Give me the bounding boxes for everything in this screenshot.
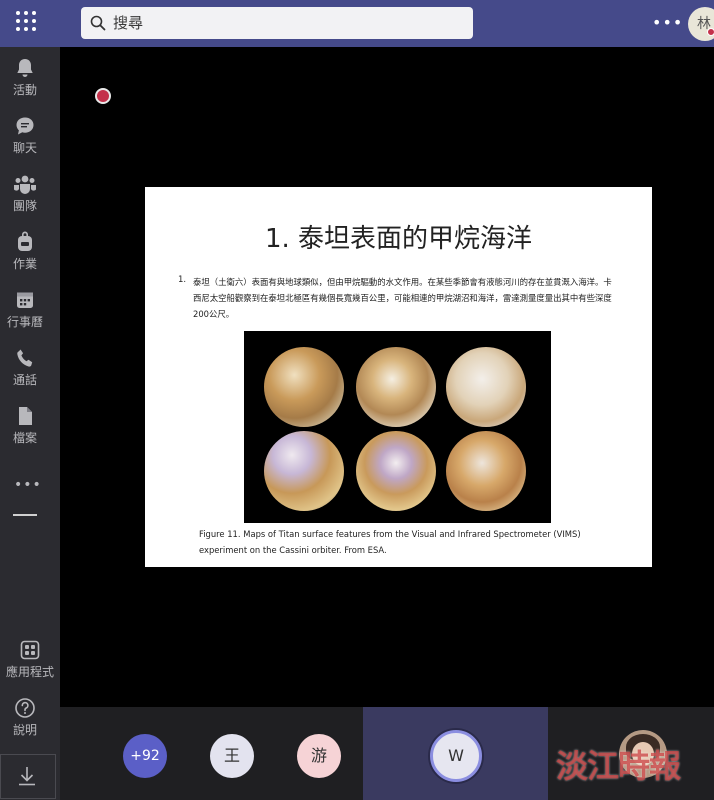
sidebar-item-chat[interactable]: 聊天: [0, 115, 50, 165]
sidebar-item-label: 作業: [12, 257, 37, 271]
sidebar-item-label: 通話: [12, 373, 37, 387]
help-icon: [15, 698, 35, 718]
slide-body-text: 泰坦（土衛六）表面有與地球類似，但由甲烷驅動的水文作用。在某些季節會有液態河川的…: [193, 277, 612, 319]
search-input[interactable]: [113, 7, 463, 39]
phone-icon: [17, 349, 33, 367]
sidebar-item-calendar[interactable]: 行事曆: [0, 289, 50, 339]
sidebar-item-label: 檔案: [12, 431, 37, 445]
chat-icon: [16, 117, 34, 135]
sidebar-item-label: 說明: [12, 723, 37, 737]
sidebar-item-files[interactable]: 檔案: [0, 405, 50, 455]
caption-line: Figure 11. Maps of Titan surface feature…: [199, 529, 581, 539]
participant-avatar[interactable]: 游: [297, 734, 341, 778]
search-icon: [90, 15, 106, 31]
sidebar-item-label: 活動: [12, 83, 37, 97]
sidebar-item-teams[interactable]: 團隊: [0, 173, 50, 223]
backpack-icon: [18, 231, 32, 251]
presence-status-icon: [707, 28, 714, 36]
sidebar-item-activity[interactable]: 活動: [0, 57, 50, 107]
shared-content-stage: 1. 泰坦表面的甲烷海洋 1. 泰坦（土衛六）表面有與地球類似，但由甲烷驅動的水…: [60, 47, 714, 707]
sidebar-item-calls[interactable]: 通話: [0, 347, 50, 397]
list-number: 1.: [178, 275, 187, 285]
app-launcher-icon[interactable]: [16, 11, 36, 31]
titan-globe: [446, 347, 526, 427]
more-participants-button[interactable]: +92: [123, 734, 167, 778]
sidebar-item-apps[interactable]: 應用程式: [0, 639, 60, 689]
app-bar: 活動 聊天 團隊 作業 行事曆 通話 檔案 ••• 應用程式 說明: [0, 47, 60, 800]
titan-globe: [446, 431, 526, 511]
presentation-slide: 1. 泰坦表面的甲烷海洋 1. 泰坦（土衛六）表面有與地球類似，但由甲烷驅動的水…: [145, 187, 652, 567]
search-box[interactable]: [81, 7, 473, 39]
watermark: 淡江時報: [556, 747, 681, 785]
more-options-button[interactable]: •••: [652, 13, 683, 32]
top-bar: ••• 林: [0, 0, 714, 47]
bell-icon: [17, 59, 33, 77]
titan-surface-image: [244, 331, 551, 523]
download-icon: [19, 767, 35, 786]
sidebar-item-label: 應用程式: [5, 665, 54, 679]
sidebar-item-label: 聊天: [12, 141, 37, 155]
sidebar-item-help[interactable]: 說明: [0, 697, 50, 747]
recording-indicator-icon: [95, 88, 111, 104]
sidebar-item-assignments[interactable]: 作業: [0, 231, 50, 281]
sidebar-divider: [13, 514, 37, 516]
participant-avatar[interactable]: 王: [210, 734, 254, 778]
slide-title: 1. 泰坦表面的甲烷海洋: [264, 224, 533, 254]
caption-line: experiment on the Cassini orbiter. From …: [199, 545, 387, 555]
teams-icon: [14, 175, 36, 194]
download-button[interactable]: [0, 754, 56, 799]
titan-globe: [356, 431, 436, 511]
calendar-icon: [17, 292, 33, 308]
sidebar-item-label: 團隊: [12, 199, 37, 213]
titan-globe: [356, 347, 436, 427]
figure-caption: Figure 11. Maps of Titan surface feature…: [199, 526, 599, 558]
more-apps-button[interactable]: •••: [14, 477, 42, 493]
apps-icon: [20, 640, 40, 660]
teams-window: ••• 林 活動 聊天: [0, 0, 714, 800]
active-speaker-avatar[interactable]: W: [430, 730, 482, 782]
file-icon: [19, 407, 32, 425]
titan-globe: [264, 347, 344, 427]
titan-globe: [264, 431, 344, 511]
sidebar-item-label: 行事曆: [6, 315, 43, 329]
